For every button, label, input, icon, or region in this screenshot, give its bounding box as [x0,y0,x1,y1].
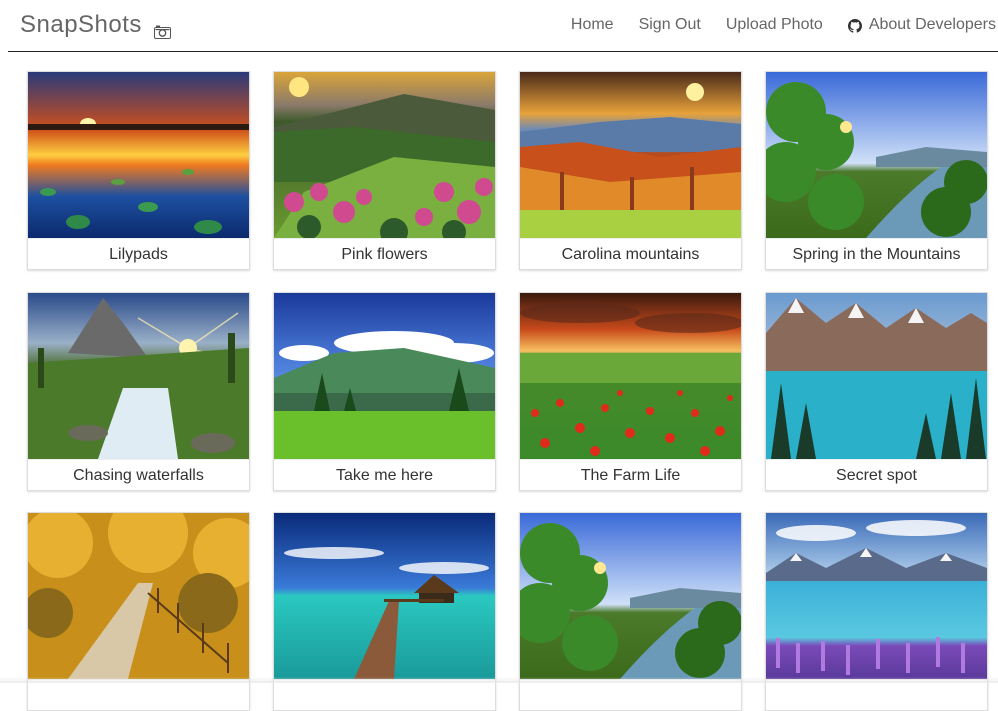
bottom-fade [0,677,998,683]
photo-card[interactable]: Secret spot [765,292,988,491]
camera-icon [153,18,171,39]
photo-caption: Chasing waterfalls [28,459,249,490]
photo-image [28,72,249,238]
photo-image [520,72,741,238]
photo-image [274,513,495,679]
photo-caption: Secret spot [766,459,987,490]
nav-upload-link[interactable]: Upload Photo [726,16,823,34]
navbar: SnapShots Home Sign Out Upload Photo Abo… [8,0,998,52]
photo-image [520,293,741,459]
nav-links: Home Sign Out Upload Photo About Develop… [571,16,998,34]
photo-image [274,293,495,459]
photo-card[interactable]: Carolina mountains [519,71,742,270]
photo-caption [28,679,249,710]
nav-home-link[interactable]: Home [571,16,614,34]
photo-caption [274,679,495,710]
photo-image [520,513,741,679]
nav-about-label: About Developers [868,16,996,33]
photo-image [28,293,249,459]
photo-card[interactable]: The Farm Life [519,292,742,491]
photo-caption [520,679,741,710]
nav-about-link[interactable]: About Developers [847,16,996,34]
photo-card[interactable]: Lilypads [27,71,250,270]
photo-caption: Spring in the Mountains [766,238,987,269]
photo-image [274,72,495,238]
photo-caption: The Farm Life [520,459,741,490]
photo-caption: Lilypads [28,238,249,269]
nav-sign-out-link[interactable]: Sign Out [639,16,701,34]
photo-image [766,513,987,679]
photo-card[interactable]: Pink flowers [273,71,496,270]
photo-image [766,293,987,459]
photo-caption: Carolina mountains [520,238,741,269]
photo-card[interactable]: Spring in the Mountains [765,71,988,270]
photo-card[interactable]: Take me here [273,292,496,491]
brand-title[interactable]: SnapShots [20,11,142,39]
photo-image [766,72,987,238]
brand[interactable]: SnapShots [20,11,171,39]
photo-caption: Take me here [274,459,495,490]
photo-image [28,513,249,679]
photo-caption: Pink flowers [274,238,495,269]
photo-card[interactable]: Chasing waterfalls [27,292,250,491]
photo-caption [766,679,987,710]
github-icon [847,19,862,33]
